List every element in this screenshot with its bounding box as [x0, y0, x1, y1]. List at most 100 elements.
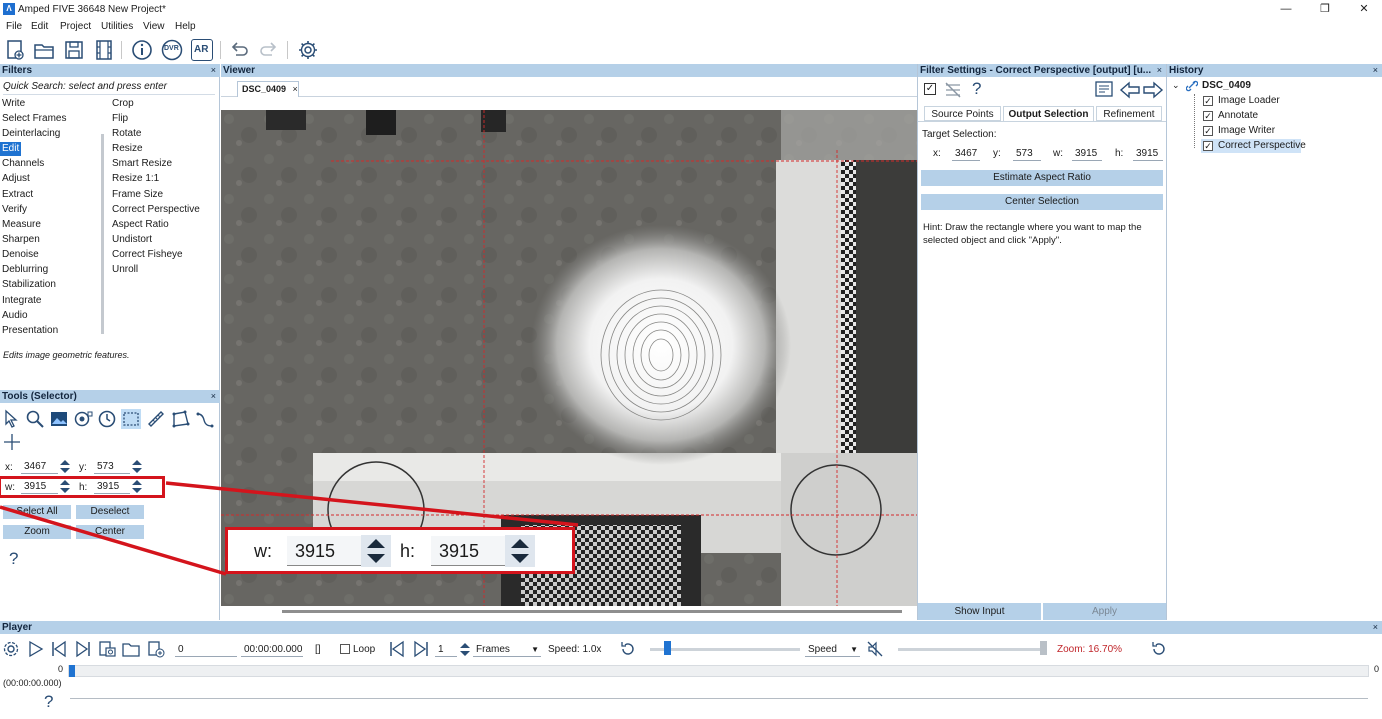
tab-refinement[interactable]: Refinement — [1096, 106, 1162, 121]
viewer-tab-close-button[interactable]: × — [293, 84, 298, 94]
filter-category-select-frames[interactable]: Select Frames — [2, 112, 66, 126]
save-project-icon[interactable] — [63, 39, 85, 61]
step-spinner-icon[interactable] — [459, 642, 471, 657]
history-item-annotate[interactable]: Annotate — [1218, 109, 1258, 123]
player-settings-icon[interactable] — [2, 640, 20, 658]
quick-search-input[interactable]: Quick Search: select and press enter — [3, 81, 215, 95]
menu-help[interactable]: Help — [175, 21, 196, 32]
speed-slider-handle[interactable] — [664, 641, 671, 655]
preview-toggle-icon[interactable] — [944, 81, 962, 99]
filter-category-sharpen[interactable]: Sharpen — [2, 233, 40, 247]
viewer-tab-dsc0409[interactable]: DSC_0409 × — [237, 81, 299, 97]
history-item-image-writer[interactable]: Image Writer — [1218, 124, 1275, 138]
brackets-button[interactable]: [] — [315, 644, 321, 655]
tools-x-field[interactable]: 3467 — [21, 459, 58, 474]
curve-tool-icon[interactable] — [195, 409, 215, 429]
add-bookmark-icon[interactable] — [147, 640, 165, 658]
fs-y-field[interactable]: 573 — [1013, 146, 1041, 161]
filter-category-stabilization[interactable]: Stabilization — [2, 278, 56, 292]
filters-close-button[interactable]: × — [211, 64, 216, 77]
first-frame-icon[interactable] — [50, 640, 68, 658]
next-frame-icon[interactable] — [412, 640, 430, 658]
history-item-0-checkbox[interactable]: ✓ — [1203, 96, 1213, 106]
filter-category-adjust[interactable]: Adjust — [2, 172, 30, 186]
magnifier-tool-icon[interactable] — [25, 409, 45, 429]
timeline-slider[interactable] — [68, 665, 1369, 677]
menu-edit[interactable]: Edit — [31, 21, 48, 32]
tools-y-field[interactable]: 573 — [94, 459, 130, 474]
fs-h-field[interactable]: 3915 — [1133, 146, 1163, 161]
menu-project[interactable]: Project — [60, 21, 91, 32]
viewer-horizontal-scrollbar[interactable] — [282, 610, 902, 613]
volume-slider-handle[interactable] — [1040, 641, 1047, 655]
next-arrow-icon[interactable] — [1142, 81, 1164, 99]
filter-category-measure[interactable]: Measure — [2, 218, 41, 232]
history-item-correct-perspective[interactable]: Correct Perspective — [1218, 139, 1306, 153]
dvr-icon[interactable]: DVR — [161, 39, 183, 61]
filter-item-resize-1-1[interactable]: Resize 1:1 — [112, 172, 159, 186]
filter-category-audio[interactable]: Audio — [2, 309, 28, 323]
filter-item-resize[interactable]: Resize — [112, 142, 143, 156]
crosshair-tool-icon[interactable] — [2, 432, 22, 452]
snapshot-icon[interactable] — [98, 640, 116, 658]
timeline-handle[interactable] — [69, 665, 75, 677]
filter-item-aspect-ratio[interactable]: Aspect Ratio — [112, 218, 169, 232]
zoom-button[interactable]: Zoom — [3, 525, 71, 539]
menu-file[interactable]: File — [6, 21, 22, 32]
parameters-list-icon[interactable] — [1094, 80, 1116, 100]
image-tool-icon[interactable] — [49, 409, 69, 429]
filters-scrollbar[interactable] — [101, 134, 104, 334]
menu-utilities[interactable]: Utilities — [101, 21, 133, 32]
film-icon[interactable] — [93, 39, 115, 61]
center-selection-button[interactable]: Center Selection — [921, 194, 1163, 210]
filter-category-integrate[interactable]: Integrate — [2, 294, 41, 308]
step-field[interactable]: 1 — [435, 642, 457, 657]
settings-icon[interactable] — [297, 39, 319, 61]
rectangle-selector-tool-icon[interactable] — [121, 409, 141, 429]
show-input-button[interactable]: Show Input — [918, 603, 1041, 620]
filter-category-channels[interactable]: Channels — [2, 157, 44, 171]
tools-close-button[interactable]: × — [211, 390, 216, 403]
player-help-icon[interactable]: ? — [44, 692, 53, 712]
history-item-2-checkbox[interactable]: ✓ — [1203, 126, 1213, 136]
open-project-icon[interactable] — [33, 39, 55, 61]
pointer-tool-icon[interactable] — [2, 409, 22, 429]
player-folder-icon[interactable] — [122, 640, 140, 658]
mute-icon[interactable] — [866, 640, 884, 658]
filter-category-edit[interactable]: Edit — [0, 142, 22, 156]
filter-category-presentation[interactable]: Presentation — [2, 324, 58, 338]
apply-button[interactable]: Apply — [1043, 603, 1166, 620]
close-window-button[interactable]: ✕ — [1354, 2, 1374, 17]
redo-icon[interactable] — [258, 39, 280, 61]
history-item-image-loader[interactable]: Image Loader — [1218, 94, 1280, 108]
previous-arrow-icon[interactable] — [1119, 81, 1141, 99]
tab-output-selection[interactable]: Output Selection — [1003, 106, 1094, 121]
volume-slider[interactable] — [898, 648, 1046, 651]
filter-item-undistort[interactable]: Undistort — [112, 233, 152, 247]
filter-enable-checkbox[interactable]: ✓ — [924, 83, 936, 95]
filter-category-deinterlacing[interactable]: Deinterlacing — [2, 127, 60, 141]
tools-x-spinner-icon[interactable] — [58, 459, 72, 474]
estimate-aspect-ratio-button[interactable]: Estimate Aspect Ratio — [921, 170, 1163, 186]
history-item-3-checkbox[interactable]: ✓ — [1203, 141, 1213, 151]
filter-item-smart-resize[interactable]: Smart Resize — [112, 157, 172, 171]
filter-item-frame-size[interactable]: Frame Size — [112, 188, 163, 202]
fs-w-field[interactable]: 3915 — [1072, 146, 1102, 161]
maximize-button[interactable]: ❐ — [1315, 2, 1335, 17]
play-icon[interactable] — [26, 640, 44, 658]
history-item-1-checkbox[interactable]: ✓ — [1203, 111, 1213, 121]
time-field[interactable]: 00:00:00.000 — [241, 642, 303, 657]
undo-icon[interactable] — [228, 39, 250, 61]
tools-y-spinner-icon[interactable] — [130, 459, 144, 474]
frame-number-field[interactable]: 0 — [175, 642, 237, 657]
polygon-tool-icon[interactable] — [170, 409, 190, 429]
filter-category-deblurring[interactable]: Deblurring — [2, 263, 48, 277]
info-icon[interactable] — [131, 39, 153, 61]
filter-category-write[interactable]: Write — [2, 97, 25, 111]
history-close-button[interactable]: × — [1373, 64, 1378, 77]
filter-item-correct-perspective[interactable]: Correct Perspective — [112, 203, 200, 217]
history-collapse-icon[interactable]: ⌄ — [1172, 80, 1180, 91]
filter-item-flip[interactable]: Flip — [112, 112, 128, 126]
tools-help-icon[interactable]: ? — [9, 549, 18, 569]
loop-checkbox[interactable] — [340, 644, 350, 654]
